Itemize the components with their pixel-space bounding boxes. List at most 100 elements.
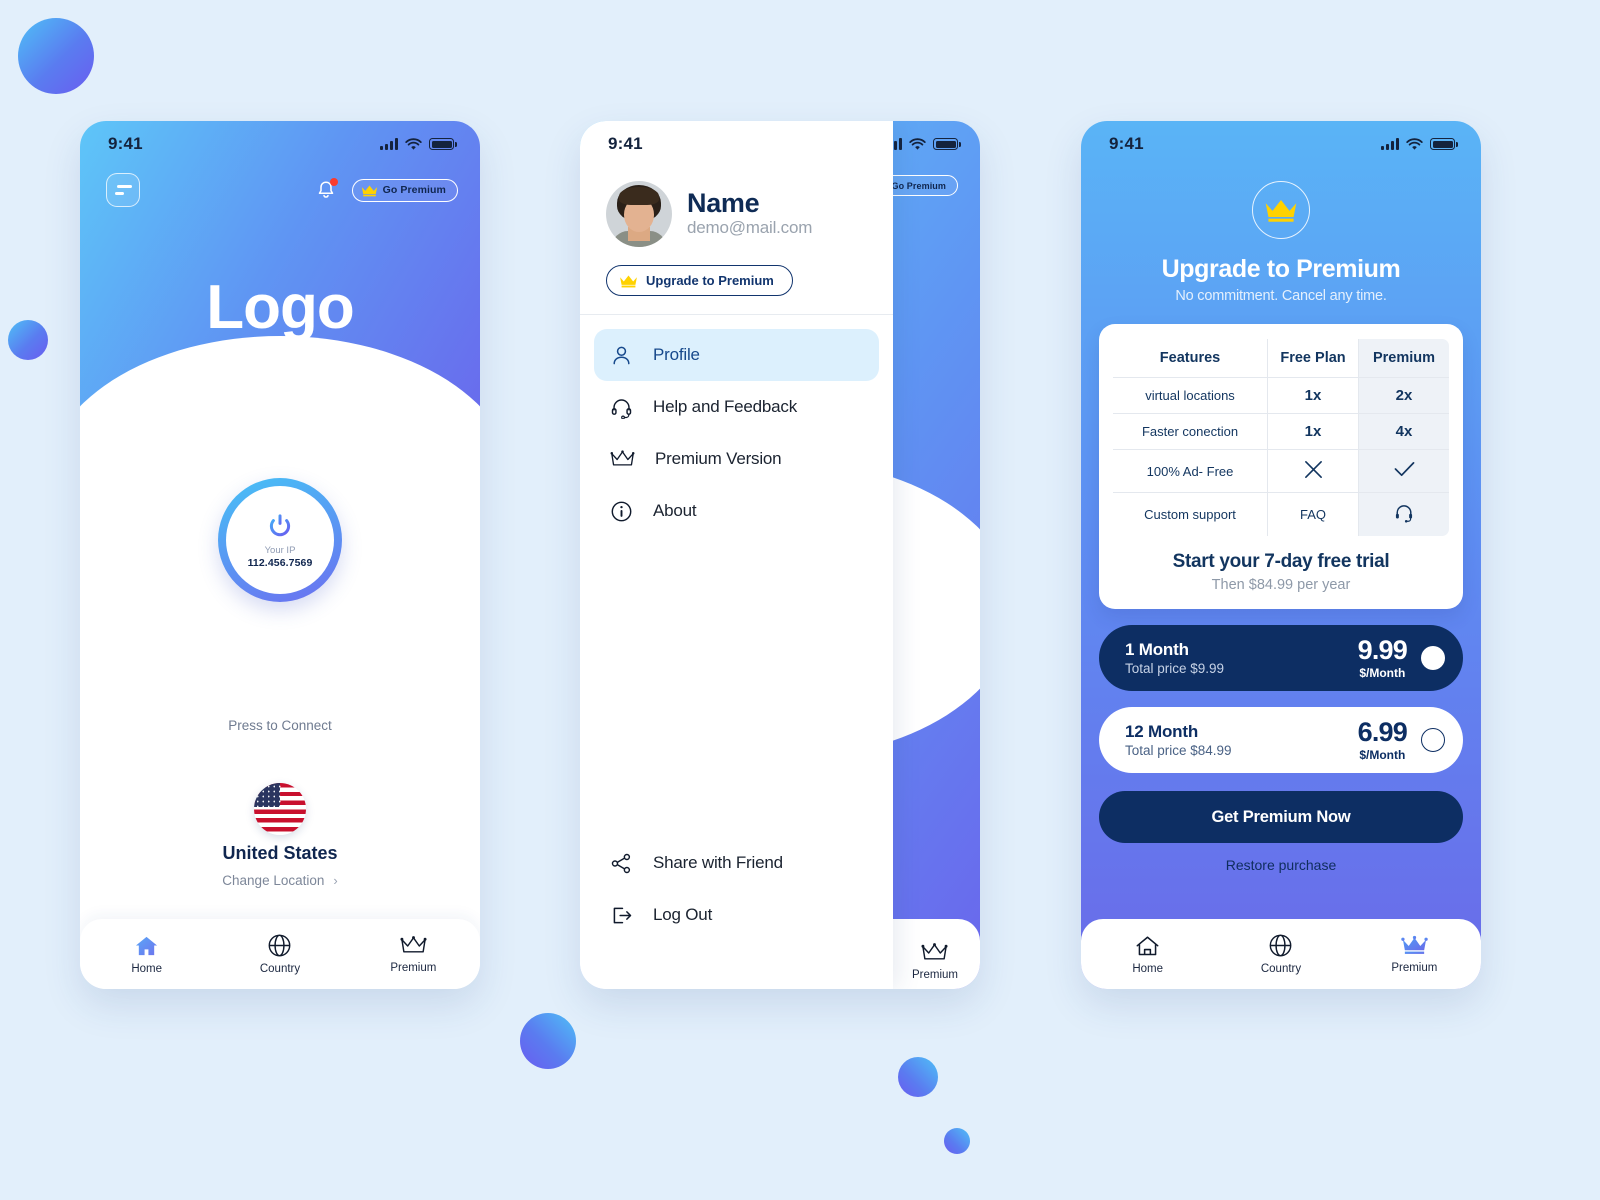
tab-premium[interactable]: Premium (1348, 935, 1481, 974)
tab-home-label: Home (131, 962, 162, 975)
table-header-row: Features Free Plan Premium (1113, 339, 1449, 378)
feature-name: Faster conection (1113, 413, 1269, 450)
feature-name: Custom support (1113, 492, 1269, 536)
logout-icon (613, 907, 632, 923)
table-header-premium: Premium (1358, 339, 1449, 378)
crown-icon (921, 943, 949, 960)
globe-icon (269, 934, 291, 957)
feature-premium-value: 4x (1358, 413, 1449, 450)
comparison-card: Features Free Plan Premium virtual locat… (1099, 324, 1463, 609)
tab-home[interactable]: Home (1081, 934, 1214, 975)
menu-item-about-label: About (653, 501, 697, 520)
hamburger-menu-icon[interactable] (106, 173, 140, 207)
status-icons (380, 137, 457, 151)
decorative-circle (944, 1128, 970, 1154)
connect-button-inner: Your IP 112.456.7569 (226, 486, 334, 594)
feature-free-value: 1x (1267, 377, 1359, 414)
feature-name: 100% Ad- Free (1113, 449, 1269, 493)
tab-country[interactable]: Country (1214, 933, 1347, 975)
table-row: Custom support FAQ (1113, 492, 1449, 536)
share-icon (611, 853, 631, 873)
tab-premium-label: Premium (1391, 961, 1438, 974)
status-time: 9:41 (1109, 134, 1144, 153)
home-screen-phone: 9:41 Go Premium Logo Your IP 112.456.756… (80, 121, 480, 989)
table-row: virtual locations 1x 2x (1113, 377, 1449, 414)
status-bar: 9:41 (1081, 121, 1481, 167)
upgrade-to-premium-button[interactable]: Upgrade to Premium (606, 265, 793, 296)
plan-option-12-month[interactable]: 12 Month Total price $84.99 6.99 $/Month (1099, 707, 1463, 773)
plan-1-month-price-block: 9.99 $/Month (1357, 634, 1408, 680)
tab-premium[interactable]: Premium (347, 935, 480, 974)
battery-icon (1430, 138, 1458, 150)
plan-1-month-unit: $/Month (1359, 665, 1406, 680)
decorative-circle (898, 1057, 938, 1097)
tab-country[interactable]: Country (213, 933, 346, 975)
go-premium-label: Go Premium (382, 184, 446, 196)
plan-1-month-info: 1 Month Total price $9.99 (1125, 640, 1358, 676)
upgrade-to-premium-label: Upgrade to Premium (646, 273, 774, 288)
decorative-circle (8, 320, 48, 360)
status-time: 9:41 (108, 134, 143, 153)
headset-icon (1395, 505, 1413, 523)
feature-free-value (1267, 449, 1359, 493)
wifi-icon (909, 137, 926, 150)
menu-item-help-and-feedback[interactable]: Help and Feedback (594, 381, 879, 433)
plan-12-month-title: 12 Month (1125, 722, 1199, 741)
status-icons (1381, 137, 1458, 151)
change-location-button[interactable]: Change Location › (222, 873, 337, 888)
country-name: United States (222, 843, 338, 863)
connect-button[interactable]: Your IP 112.456.7569 (218, 478, 342, 602)
plan-12-month-price-block: 6.99 $/Month (1358, 718, 1408, 762)
menu-item-share-with-friend[interactable]: Share with Friend (594, 837, 879, 889)
trial-subtitle: Then $84.99 per year (1211, 577, 1351, 593)
plan-1-month-title: 1 Month (1125, 640, 1189, 659)
menu-item-profile[interactable]: Profile (594, 329, 879, 381)
battery-icon (429, 138, 457, 150)
battery-icon (933, 138, 961, 150)
menu-item-profile-label: Profile (653, 345, 700, 364)
cellular-signal-icon (1381, 138, 1399, 150)
behind-tab-premium[interactable]: Premium (912, 942, 958, 981)
feature-premium-value (1358, 449, 1449, 493)
home-top-bar: Go Premium (80, 167, 480, 213)
get-premium-now-button[interactable]: Get Premium Now (1099, 791, 1463, 843)
go-premium-button[interactable]: Go Premium (351, 178, 458, 202)
menu-item-log-out[interactable]: Log Out (594, 889, 879, 941)
headset-icon (611, 398, 632, 419)
crown-icon (620, 274, 637, 287)
person-icon (613, 346, 630, 364)
menu-item-logout-label: Log Out (653, 905, 713, 924)
crown-icon (610, 449, 635, 466)
tab-home[interactable]: Home (80, 934, 213, 975)
tab-country-label: Country (259, 963, 301, 975)
menu-item-about[interactable]: About (594, 485, 879, 537)
notification-bell-icon[interactable] (316, 178, 338, 201)
menu-item-share-label: Share with Friend (653, 853, 783, 872)
premium-subtitle: No commitment. Cancel any time. (1175, 288, 1387, 304)
table-row: Faster conection 1x 4x (1113, 413, 1449, 450)
menu-screen-phone: 9:41 Go Premium (580, 121, 980, 989)
press-to-connect-label: Press to Connect (228, 718, 332, 733)
profile-row[interactable]: Name demo@mail.com (580, 181, 893, 247)
home-top-actions: Go Premium (316, 178, 458, 202)
status-time: 9:41 (608, 134, 643, 153)
restore-purchase-button[interactable]: Restore purchase (1081, 857, 1481, 873)
plan-option-1-month[interactable]: 1 Month Total price $9.99 9.99 $/Month (1099, 625, 1463, 691)
home-icon (136, 936, 158, 955)
check-icon (1394, 461, 1414, 477)
plan-12-month-radio[interactable] (1421, 728, 1445, 752)
status-bar: 9:41 (580, 121, 893, 167)
trial-title: Start your 7-day free trial (1172, 551, 1390, 572)
table-header-free-plan: Free Plan (1267, 339, 1359, 378)
premium-crown-badge (1252, 181, 1310, 239)
plan-1-month-radio[interactable] (1421, 646, 1445, 670)
menu-item-help-label: Help and Feedback (653, 397, 798, 416)
plan-1-month-price: 9.99 (1357, 634, 1408, 665)
menu-item-premium-version[interactable]: Premium Version (594, 433, 879, 485)
bottom-tab-bar: Home Country Premium (80, 919, 480, 989)
cellular-signal-icon (380, 138, 398, 150)
side-menu-drawer: 9:41 Name demo@mail.com Upgrade to Premi… (580, 121, 893, 989)
get-premium-now-label: Get Premium Now (1211, 807, 1351, 826)
behind-go-premium-label: Go Premium (891, 180, 946, 191)
notification-badge (329, 178, 338, 186)
